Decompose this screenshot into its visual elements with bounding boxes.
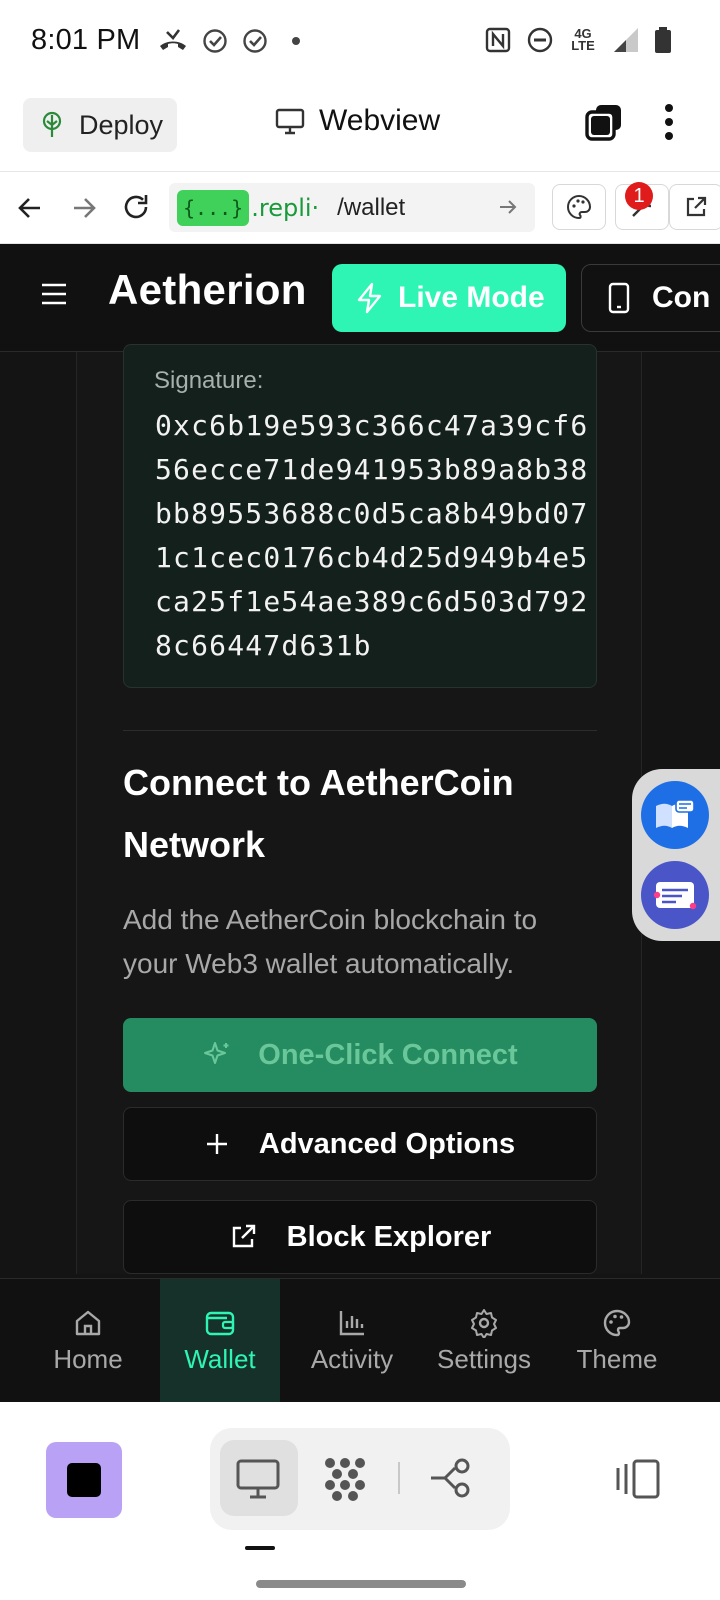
signal-icon — [614, 28, 638, 52]
book-chat-icon — [656, 799, 695, 828]
bar-chart-icon — [339, 1310, 364, 1335]
deploy-label: Deploy — [79, 109, 164, 140]
tab-home[interactable]: Home — [22, 1279, 154, 1402]
selection-indicator — [245, 1546, 275, 1550]
one-click-connect-label: One-Click Connect — [258, 1038, 518, 1071]
status-time: 8:01 PM — [31, 24, 141, 56]
status-icons-left — [158, 28, 304, 54]
do-not-disturb-icon — [527, 27, 553, 53]
more-vert-icon[interactable] — [664, 103, 674, 141]
battery-icon — [655, 27, 671, 53]
back-arrow-icon[interactable] — [16, 194, 44, 222]
tab-home-label: Home — [53, 1343, 123, 1374]
connect-section-description: Add the AetherCoin blockchain to your We… — [123, 904, 538, 979]
live-mode-button[interactable]: Live Mode — [332, 264, 566, 332]
floating-subtitle-button[interactable] — [641, 861, 709, 929]
palette-tool-button[interactable] — [552, 184, 606, 230]
home-icon — [75, 1310, 101, 1335]
url-host: .repli· — [251, 193, 320, 222]
url-badge: {...} — [177, 189, 250, 226]
monitor-icon — [236, 1459, 280, 1499]
go-arrow-icon[interactable] — [497, 196, 519, 218]
palette-icon — [603, 1309, 631, 1336]
app-viewport: Aetherion Live Mode Con Signature: 0xc6b… — [0, 244, 720, 1402]
stop-button[interactable] — [46, 1442, 122, 1518]
advanced-options-button[interactable]: Advanced Options — [123, 1107, 597, 1181]
section-divider — [123, 730, 597, 731]
connect-section-title: Connect to AetherCoin Network — [123, 762, 514, 865]
one-click-connect-button[interactable]: One-Click Connect — [123, 1018, 597, 1092]
replit-bottom-toolbar — [0, 1402, 720, 1600]
split-layout-icon[interactable] — [615, 1458, 661, 1500]
view-mode-switcher — [210, 1428, 510, 1530]
sparkles-icon — [204, 1042, 229, 1064]
plus-icon — [206, 1134, 227, 1154]
signature-label: Signature: — [154, 367, 264, 394]
floating-widget — [632, 769, 720, 941]
floating-reader-button[interactable] — [641, 781, 709, 849]
bottom-tab-bar: Home Wallet Activity Settings Theme — [0, 1278, 720, 1402]
forward-arrow-icon[interactable] — [70, 194, 98, 222]
replit-header: Deploy Webview — [0, 76, 720, 172]
external-link-icon — [686, 196, 707, 217]
tab-settings-label: Settings — [437, 1343, 531, 1374]
header-actions — [584, 102, 674, 142]
dot-icon — [292, 37, 300, 45]
notification-badge: 1 — [625, 182, 653, 210]
check-circle-icon — [203, 29, 227, 53]
tabs-switcher-icon[interactable] — [584, 102, 624, 142]
app-brand: Aetherion — [108, 266, 307, 313]
switcher-divider — [398, 1462, 400, 1494]
network-type-icon: 4G LTE — [571, 26, 595, 53]
reload-icon[interactable] — [121, 192, 151, 222]
tab-theme-label: Theme — [576, 1343, 658, 1374]
deploy-button[interactable]: Deploy — [23, 98, 177, 152]
palette-icon — [567, 194, 592, 220]
tab-activity[interactable]: Activity — [286, 1279, 418, 1402]
nfc-icon — [485, 27, 511, 53]
webview-label: Webview — [319, 104, 441, 137]
gear-icon — [471, 1308, 497, 1338]
monitor-icon — [275, 108, 305, 135]
status-bar: 8:01 PM 4G LTE — [0, 0, 720, 76]
deploy-tree-icon — [42, 111, 62, 137]
url-field[interactable]: {...} .repli· /wallet — [169, 183, 535, 232]
workflow-icon[interactable] — [428, 1458, 474, 1498]
external-link-icon — [232, 1224, 255, 1248]
browser-url-row: {...} .repli· /wallet — [0, 172, 720, 244]
tab-settings[interactable]: Settings — [418, 1279, 550, 1402]
stop-icon — [67, 1463, 101, 1497]
url-path: /wallet — [337, 193, 406, 221]
agent-pattern-icon[interactable] — [320, 1455, 370, 1503]
tab-wallet[interactable]: Wallet — [160, 1279, 280, 1402]
block-explorer-button[interactable]: Block Explorer — [123, 1200, 597, 1274]
advanced-options-label: Advanced Options — [258, 1127, 516, 1160]
wallet-icon — [205, 1311, 235, 1335]
connect-wallet-button[interactable]: Con — [581, 264, 720, 332]
app-topbar: Aetherion Live Mode Con — [0, 244, 720, 352]
subtitle-card-icon — [653, 882, 697, 910]
live-mode-label: Live Mode — [398, 281, 545, 314]
webview-tab[interactable]: Webview — [275, 104, 440, 138]
tab-theme[interactable]: Theme — [551, 1279, 683, 1402]
block-explorer-label: Block Explorer — [286, 1220, 492, 1253]
home-gesture-bar[interactable] — [256, 1580, 466, 1588]
smartphone-icon — [608, 282, 630, 314]
open-external-button[interactable] — [669, 184, 720, 230]
tab-wallet-label: Wallet — [184, 1343, 256, 1374]
signature-value: 0xc6b19e593c366c47a39cf656ecce71de941953… — [155, 409, 589, 662]
lightning-icon — [357, 282, 382, 314]
status-icons-right: 4G LTE — [484, 26, 672, 54]
tab-activity-label: Activity — [310, 1343, 394, 1374]
connect-label: Con — [652, 281, 711, 314]
check-circle-icon-2 — [243, 29, 267, 53]
hamburger-menu-icon[interactable] — [40, 282, 68, 306]
missed-call-icon — [160, 29, 186, 50]
